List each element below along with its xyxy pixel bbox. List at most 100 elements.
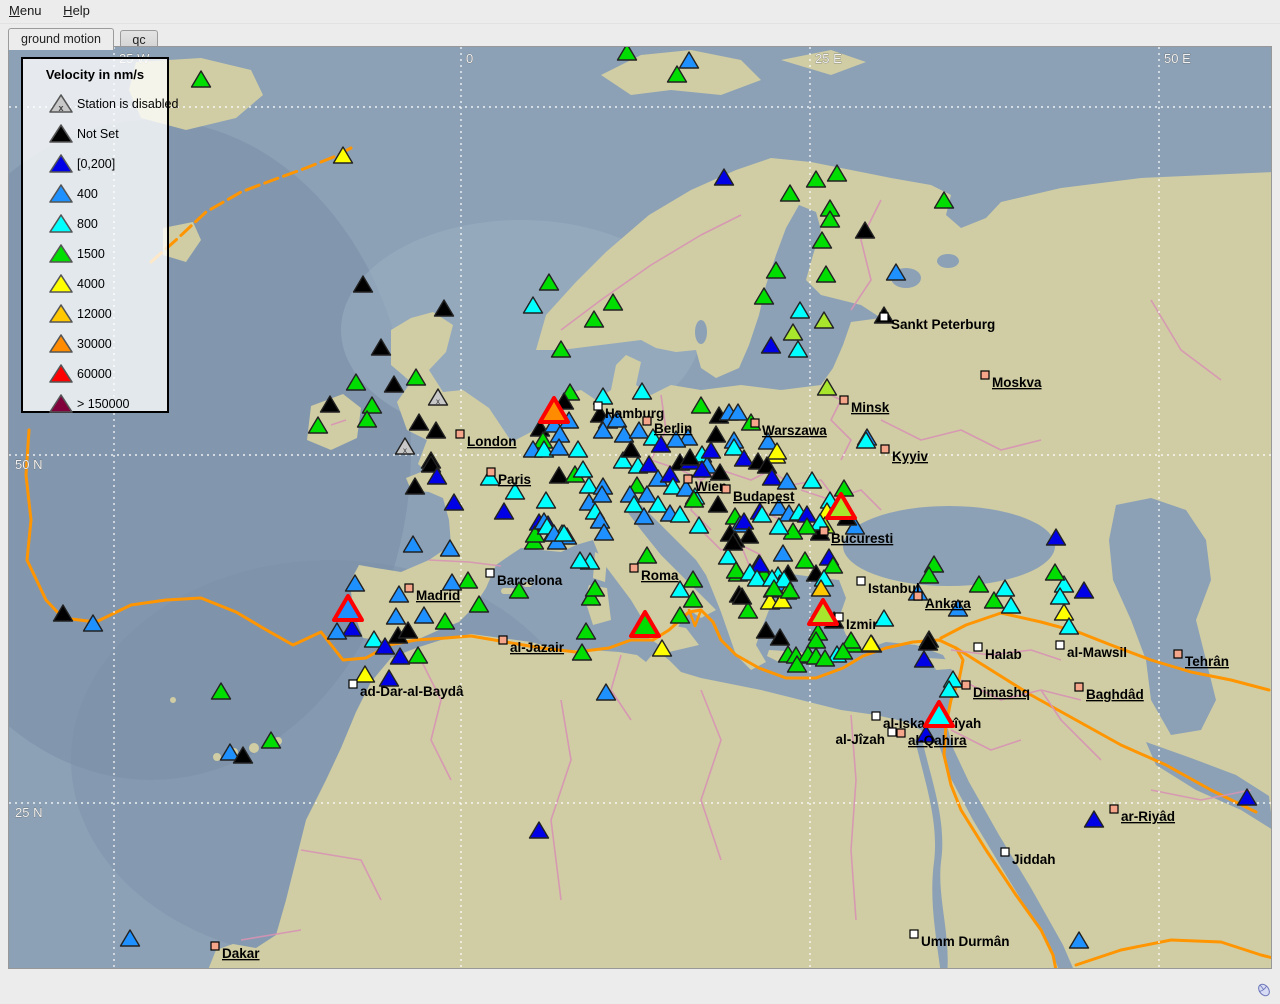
legend-triangle-icon [50,245,72,262]
city-label: Bucuresti [831,531,893,546]
city-label: Umm Durmân [921,934,1010,949]
city-label: Sankt Peterburg [891,317,995,332]
city-marker [1001,848,1009,856]
city-label: Izmir [846,617,878,632]
city-marker [1110,805,1118,813]
city-marker [981,371,989,379]
legend-entry: 30000 [23,331,167,357]
legend-entry: 400 [23,181,167,207]
city-marker [405,584,413,592]
city-marker [974,643,982,651]
disabled-x-mark: x [436,397,440,406]
city-label: Budapest [733,489,795,504]
city-label: Warszawa [762,423,827,438]
legend-entry: > 150000 [23,391,167,417]
legend-triangle-icon [50,335,72,352]
legend-title: Velocity in nm/s [23,67,167,82]
tab-ground-motion[interactable]: ground motion [8,28,114,50]
city-marker [486,569,494,577]
application-window: Menu Help ground motion qc [0,0,1280,1004]
disabled-x-mark: x [58,103,63,113]
city-label: al-Jazair [510,640,565,655]
city-label: Minsk [851,400,890,415]
legend-label: > 150000 [77,397,129,411]
city-label: Roma [641,568,679,583]
city-label: Istanbul [868,581,920,596]
city-label: Tehrân [1185,654,1229,669]
city-label: Kyyiv [892,449,929,464]
city-label: Baghdâd [1086,687,1144,702]
legend-label: 1500 [77,247,105,261]
legend-triangle-icon [50,395,72,412]
city-marker [684,475,692,483]
legend-label: 30000 [77,337,112,351]
legend-entry: 1500 [23,241,167,267]
city-marker [962,681,970,689]
city-marker [594,402,602,410]
city-label: Berlin [654,421,692,436]
city-label: Barcelona [497,573,563,588]
grid-label-latitude: 25 N [15,805,42,820]
help-menu-button[interactable]: Help [54,0,99,22]
legend-triangle-icon [50,125,72,142]
city-marker [1174,650,1182,658]
city-label: al-Jîzah [835,732,885,747]
city-marker [881,445,889,453]
city-label: Hamburg [605,406,664,421]
menu-bar: Menu Help [0,0,1280,24]
city-label: Moskva [992,375,1042,390]
city-label: Jiddah [1012,852,1056,867]
legend-entry: Not Set [23,121,167,147]
grid-label-latitude: 50 N [15,457,42,472]
city-marker [872,712,880,720]
legend-entry: 800 [23,211,167,237]
legend-entry: xStation is disabled [23,91,167,117]
city-label: al-Qahira [908,733,967,748]
city-label: ad-Dar-al-Baydâ [360,684,464,699]
city-marker [751,419,759,427]
city-marker [722,485,730,493]
legend-label: Not Set [77,127,119,141]
city-label: Madrid [416,588,460,603]
legend-triangle-icon [50,365,72,382]
menu-button[interactable]: Menu [0,0,51,22]
map-legend: Velocity in nm/s xStation is disabled Not… [21,57,169,413]
city-marker [349,680,357,688]
legend-label: 400 [77,187,98,201]
grid-label-longitude: 25 E [815,51,842,66]
legend-triangle-icon [50,185,72,202]
legend-entry: 12000 [23,301,167,327]
city-label: ar-Riyâd [1121,809,1175,824]
city-label: al-Mawsil [1067,645,1127,660]
city-label: Dimashq [973,685,1030,700]
grid-label-longitude: 0 [466,51,473,66]
city-marker [857,577,865,585]
city-marker [487,468,495,476]
legend-triangle-icon [50,275,72,292]
city-marker [910,930,918,938]
grid-label-longitude: 50 E [1164,51,1191,66]
city-marker [630,564,638,572]
city-marker [888,728,896,736]
city-marker [914,592,922,600]
legend-label: 12000 [77,307,112,321]
city-marker [1075,683,1083,691]
legend-entry: 60000 [23,361,167,387]
city-label: London [467,434,516,449]
city-marker [643,417,651,425]
legend-triangle-icon [50,305,72,322]
city-marker [1056,641,1064,649]
city-marker [211,942,219,950]
city-marker [499,636,507,644]
city-marker [820,527,828,535]
tab-bar: ground motion qc [8,28,160,47]
city-label: Paris [498,472,531,487]
legend-label: 4000 [77,277,105,291]
city-label: Dakar [222,946,260,961]
disabled-x-mark: x [403,446,407,455]
map-canvas[interactable]: 25 W025 E50 E50 N25 N xx LondonParisHamb… [8,46,1272,969]
city-label: Ankara [925,596,971,611]
legend-label: 60000 [77,367,112,381]
city-marker [840,396,848,404]
legend-triangle-icon [50,215,72,232]
